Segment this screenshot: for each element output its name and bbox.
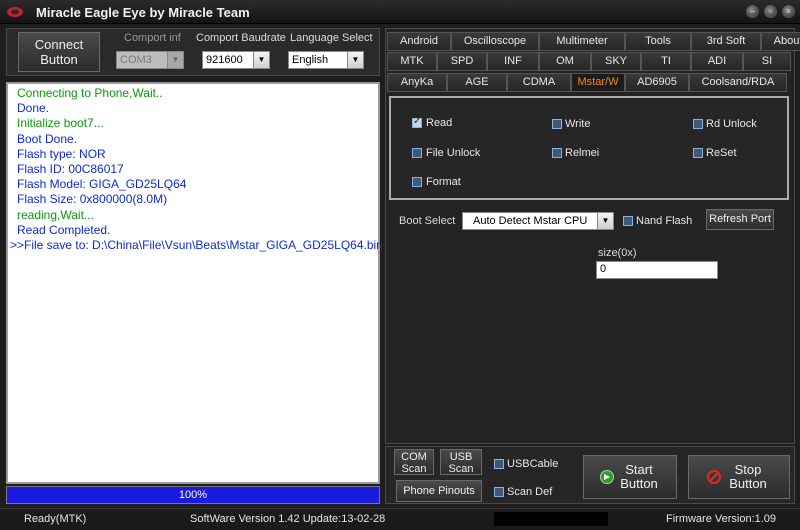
tab-tools[interactable]: Tools — [625, 32, 691, 51]
log-line: Done. — [17, 101, 50, 116]
nand-flash-label: Nand Flash — [636, 215, 693, 227]
tab-spd[interactable]: SPD — [437, 52, 487, 71]
log-line: Flash Size: 0x800000(8.0M) — [17, 192, 168, 207]
chevron-down-icon: ▼ — [167, 52, 183, 68]
baudrate-select[interactable]: 921600 ▼ — [202, 51, 270, 69]
progress-bar: 100% — [6, 486, 380, 504]
comport-label: Comport inf — [124, 32, 181, 44]
tab-ti[interactable]: TI — [641, 52, 691, 71]
log-line: Read Completed. — [17, 222, 111, 237]
tab-anyka[interactable]: AnyKa — [387, 73, 447, 92]
tab-about[interactable]: About — [761, 32, 800, 51]
tab-3rd-soft[interactable]: 3rd Soft — [691, 32, 761, 51]
software-version: SoftWare Version 1.42 Update:13-02-28 — [190, 513, 386, 525]
stop-button[interactable]: Stop Button — [688, 455, 790, 499]
tab-android[interactable]: Android — [387, 32, 451, 51]
tab-mstar-w[interactable]: Mstar/W — [571, 73, 625, 92]
com-scan-label-1: COM — [401, 451, 427, 463]
boot-select-value: Auto Detect Mstar CPU — [473, 215, 588, 227]
chevron-down-icon: ▼ — [347, 52, 363, 68]
tab-oscilloscope[interactable]: Oscilloscope — [451, 32, 539, 51]
baudrate-label: Comport Baudrate — [196, 32, 286, 44]
log-line: Initialize boot7... — [17, 116, 104, 131]
tab-coolsand-rda[interactable]: Coolsand/RDA — [689, 73, 787, 92]
language-value: English — [292, 54, 329, 66]
log-line: Flash type: NOR — [17, 146, 106, 161]
restore-button[interactable]: ▫ — [764, 5, 777, 18]
close-button[interactable]: × — [782, 5, 795, 18]
phone-pinouts-button[interactable]: Phone Pinouts — [396, 480, 482, 502]
tab-multimeter[interactable]: Multimeter — [539, 32, 625, 51]
tab-adi[interactable]: ADI — [691, 52, 743, 71]
log-line: Boot Done. — [17, 131, 78, 146]
connect-button-label-1: Connect — [34, 37, 84, 52]
boot-select-label: Boot Select — [399, 215, 456, 227]
tab-cdma[interactable]: CDMA — [507, 73, 571, 92]
nand-flash-checkbox[interactable] — [623, 216, 633, 226]
baudrate-value: 921600 — [206, 54, 243, 66]
com-scan-button[interactable]: COM Scan — [394, 449, 434, 475]
chevron-down-icon: ▼ — [253, 52, 269, 68]
file-unlock-label: File Unlock — [426, 147, 481, 159]
write-label: Write — [565, 118, 591, 130]
redacted-field — [494, 512, 608, 526]
usb-scan-label-2: Scan — [448, 463, 474, 475]
format-checkbox[interactable] — [412, 177, 422, 187]
com-scan-label-2: Scan — [401, 463, 427, 475]
size-label: size(0x) — [598, 247, 637, 259]
comport-select[interactable]: COM3 ▼ — [116, 51, 184, 69]
connect-button-label-2: Button — [40, 52, 78, 67]
start-button[interactable]: Start Button — [583, 455, 677, 499]
rd-unlock-label: Rd Unlock — [706, 118, 757, 130]
format-label: Format — [426, 176, 461, 188]
rd-unlock-checkbox[interactable] — [693, 119, 703, 129]
log-line: Flash Model: GIGA_GD25LQ64 — [17, 177, 187, 192]
log-line: Connecting to Phone,Wait.. — [17, 86, 163, 100]
log-line: Flash ID: 00C86017 — [17, 162, 124, 177]
firmware-version: Firmware Version:1.09 — [666, 513, 777, 525]
size-input[interactable]: 0 — [596, 261, 718, 279]
reset-checkbox[interactable] — [693, 148, 703, 158]
status-bar: Ready(MTK) SoftWare Version 1.42 Update:… — [0, 508, 800, 530]
log-line: >>File save to: D:\China\File\Vsun\Beats… — [10, 238, 383, 253]
write-checkbox[interactable] — [552, 119, 562, 129]
tab-age[interactable]: AGE — [447, 73, 507, 92]
file-unlock-checkbox[interactable] — [412, 148, 422, 158]
scan-def-checkbox[interactable] — [494, 487, 504, 497]
title-bar: Miracle Eagle Eye by Miracle Team – ▫ × — [0, 0, 800, 24]
relmei-checkbox[interactable] — [552, 148, 562, 158]
comport-value: COM3 — [120, 54, 152, 66]
refresh-port-button[interactable]: Refresh Port — [706, 209, 774, 230]
connect-button[interactable]: Connect Button — [18, 32, 100, 72]
status-state: Ready(MTK) — [24, 513, 87, 525]
read-checkbox[interactable] — [412, 116, 422, 128]
read-label: Read — [426, 117, 453, 129]
relmei-label: Relmei — [565, 147, 600, 159]
tab-sky[interactable]: SKY — [591, 52, 641, 71]
boot-select[interactable]: Auto Detect Mstar CPU ▼ — [462, 212, 614, 230]
usbcable-checkbox[interactable] — [494, 459, 504, 469]
language-label: Language Select — [290, 32, 373, 44]
tab-ad6905[interactable]: AD6905 — [625, 73, 689, 92]
tab-mtk[interactable]: MTK — [387, 52, 437, 71]
language-select[interactable]: English ▼ — [288, 51, 364, 69]
tab-inf[interactable]: INF — [487, 52, 539, 71]
progress-label: 100% — [178, 489, 208, 501]
stop-icon — [707, 470, 721, 484]
start-icon — [600, 470, 614, 484]
app-logo-icon — [7, 7, 23, 17]
log-line: reading,Wait... — [17, 207, 94, 222]
reset-label: ReSet — [706, 147, 737, 159]
usb-scan-label-1: USB — [449, 451, 473, 463]
minimize-button[interactable]: – — [746, 5, 759, 18]
log-output: Connecting to Phone,Wait.. Done. Initial… — [6, 82, 383, 484]
scan-def-label: Scan Def — [507, 486, 553, 498]
tab-om[interactable]: OM — [539, 52, 591, 71]
chevron-down-icon: ▼ — [597, 213, 613, 229]
usbcable-label: USBCable — [507, 458, 559, 470]
window-title: Miracle Eagle Eye by Miracle Team — [36, 5, 250, 20]
tab-si[interactable]: SI — [743, 52, 791, 71]
usb-scan-button[interactable]: USB Scan — [440, 449, 482, 475]
